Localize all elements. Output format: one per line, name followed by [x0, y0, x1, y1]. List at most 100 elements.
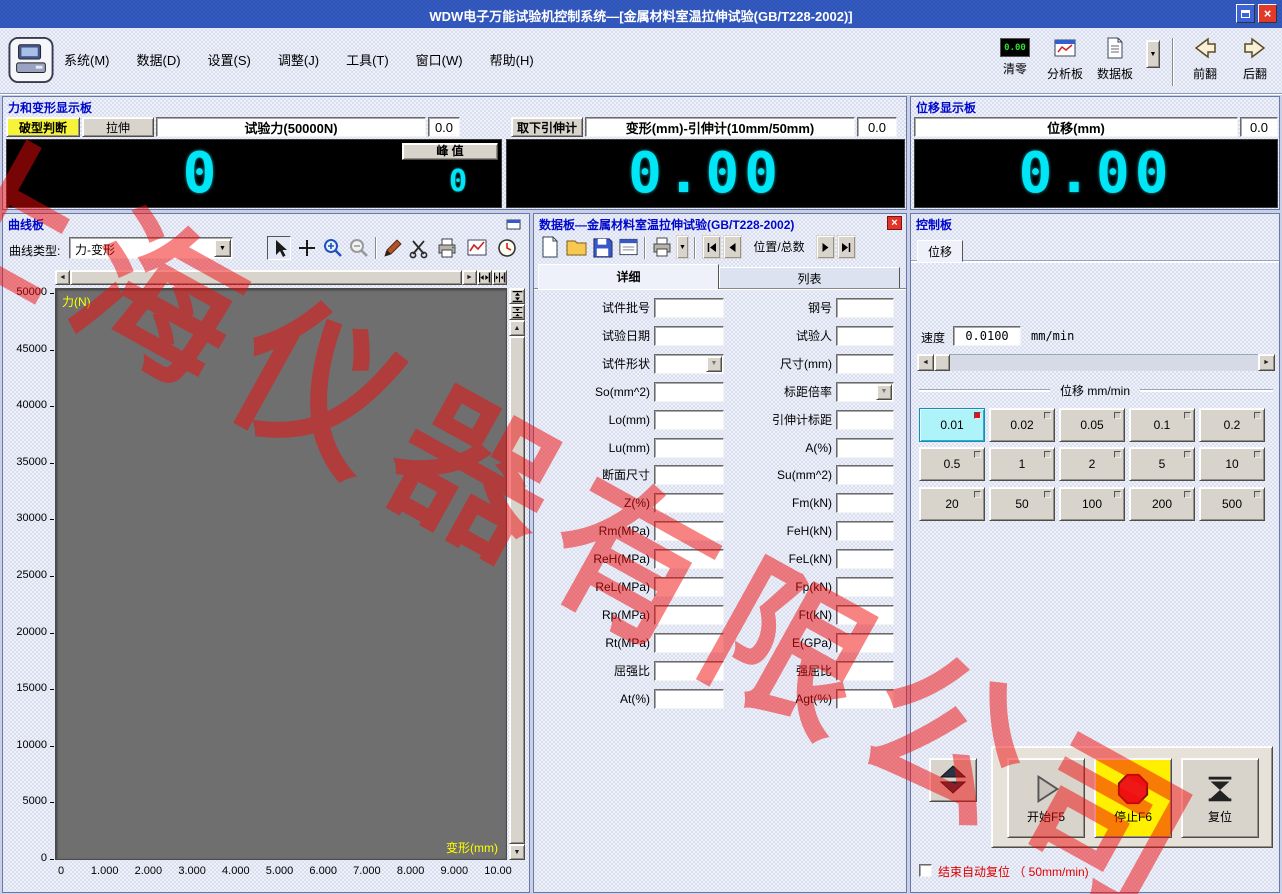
fit-all-x-button[interactable]	[492, 270, 507, 285]
cut-curve-button[interactable]	[407, 236, 431, 260]
speed-button-2[interactable]: 2	[1059, 447, 1125, 481]
tab-list[interactable]: 列表	[719, 267, 900, 289]
stop-button[interactable]: 停止F6	[1094, 758, 1172, 838]
chart-h-scrollbar[interactable]: ◄ ►	[55, 270, 507, 285]
form-input-right-10[interactable]	[836, 549, 894, 570]
remove-extensometer-button[interactable]: 取下引伸计	[511, 117, 583, 137]
form-input-left-11[interactable]	[654, 577, 724, 597]
chart-plot-area[interactable]: 力(N) 变形(mm)	[55, 288, 507, 860]
next-page-button[interactable]: 后翻	[1236, 34, 1274, 82]
form-input-right-4[interactable]: ▼	[836, 381, 894, 402]
prev-record-button[interactable]	[723, 235, 742, 259]
next-record-button[interactable]	[816, 235, 835, 259]
reset-button[interactable]: 复位	[1181, 758, 1259, 838]
menu-item-6[interactable]: 窗口(W)	[416, 50, 463, 69]
timer-button[interactable]	[495, 236, 519, 260]
speed-button-50[interactable]: 50	[989, 487, 1055, 521]
tab-displacement[interactable]: 位移	[917, 240, 963, 262]
form-input-right-9[interactable]	[836, 521, 894, 542]
form-input-right-5[interactable]	[836, 409, 894, 430]
speed-input[interactable]: 0.0100	[953, 326, 1021, 346]
speed-button-0.05[interactable]: 0.05	[1059, 408, 1125, 442]
zoom-out-button[interactable]	[347, 236, 371, 260]
new-record-button[interactable]	[538, 235, 562, 259]
speed-button-100[interactable]: 100	[1059, 487, 1125, 521]
speed-button-10[interactable]: 10	[1199, 447, 1265, 481]
form-input-right-3[interactable]	[836, 353, 894, 374]
first-record-button[interactable]	[702, 235, 721, 259]
minimize-button[interactable]	[1236, 4, 1255, 23]
form-input-right-1[interactable]	[836, 298, 894, 318]
analysis-board-button[interactable]: 分析板	[1046, 34, 1084, 82]
curve-type-select[interactable]: 力-变形 ▼	[69, 237, 233, 259]
fit-width-button[interactable]	[477, 270, 492, 285]
combo-dropdown-icon[interactable]: ▼	[876, 383, 892, 400]
open-file-button[interactable]	[564, 235, 588, 259]
form-input-right-11[interactable]	[836, 577, 894, 597]
curve-chart-button[interactable]	[465, 236, 489, 260]
form-input-left-9[interactable]	[654, 521, 724, 542]
auto-reset-checkbox[interactable]	[919, 864, 932, 877]
speed-button-0.5[interactable]: 0.5	[919, 447, 985, 481]
form-input-right-12[interactable]	[836, 604, 894, 625]
speed-button-500[interactable]: 500	[1199, 487, 1265, 521]
form-input-left-8[interactable]	[654, 493, 724, 514]
form-input-left-15[interactable]	[654, 688, 724, 709]
form-input-left-13[interactable]	[654, 632, 724, 653]
speed-button-200[interactable]: 200	[1129, 487, 1195, 521]
zoom-in-button[interactable]	[321, 236, 345, 260]
tab-detail[interactable]: 详细	[538, 264, 719, 289]
start-button[interactable]: 开始F5	[1007, 758, 1085, 838]
form-input-left-5[interactable]	[654, 409, 724, 430]
tensile-mode-button[interactable]: 拉伸	[82, 117, 154, 137]
pointer-tool-button[interactable]	[267, 236, 291, 260]
speed-button-1[interactable]: 1	[989, 447, 1055, 481]
scroll-up-button[interactable]: ▲	[509, 320, 525, 336]
curve-window-icon[interactable]	[506, 217, 523, 231]
speed-button-0.2[interactable]: 0.2	[1199, 408, 1265, 442]
prev-page-button[interactable]: 前翻	[1186, 34, 1224, 82]
form-input-right-6[interactable]	[836, 437, 894, 458]
slider-right-button[interactable]: ►	[1258, 354, 1275, 371]
speed-button-20[interactable]: 20	[919, 487, 985, 521]
chart-v-scrollbar[interactable]: ▲ ▼	[509, 288, 525, 860]
speed-button-5[interactable]: 5	[1129, 447, 1195, 481]
data-board-dropdown[interactable]: ▼	[1146, 40, 1160, 68]
scroll-right-button[interactable]: ►	[462, 270, 477, 285]
form-input-right-7[interactable]	[836, 465, 894, 486]
form-input-left-7[interactable]	[654, 465, 724, 486]
form-input-right-8[interactable]	[836, 493, 894, 514]
form-input-right-2[interactable]	[836, 325, 894, 346]
menu-item-2[interactable]: 数据(D)	[137, 50, 181, 69]
close-button[interactable]: ×	[1258, 4, 1277, 23]
v-scroll-thumb[interactable]	[509, 336, 525, 844]
form-input-left-2[interactable]	[654, 325, 724, 346]
fit-height-button[interactable]	[509, 288, 525, 304]
form-input-left-1[interactable]	[654, 298, 724, 318]
speed-button-0.1[interactable]: 0.1	[1129, 408, 1195, 442]
break-judge-button[interactable]: 破型判断	[6, 117, 80, 137]
form-input-left-14[interactable]	[654, 660, 724, 681]
form-input-right-14[interactable]	[836, 660, 894, 681]
form-input-left-3[interactable]: ▼	[654, 353, 724, 374]
form-input-left-10[interactable]	[654, 549, 724, 570]
form-input-right-15[interactable]	[836, 688, 894, 709]
scroll-left-button[interactable]: ◄	[55, 270, 70, 285]
annotate-tool-button[interactable]	[381, 236, 405, 260]
menu-item-7[interactable]: 帮助(H)	[490, 50, 534, 69]
data-board-button[interactable]: 数据板	[1096, 34, 1134, 82]
form-input-left-12[interactable]	[654, 604, 724, 625]
slider-left-button[interactable]: ◄	[917, 354, 934, 371]
pick-point-tool-button[interactable]	[295, 236, 319, 260]
form-input-right-13[interactable]	[836, 632, 894, 653]
data-board-close-button[interactable]: ×	[887, 216, 902, 230]
print-curve-button[interactable]	[435, 236, 459, 260]
fit-all-y-button[interactable]	[509, 304, 525, 320]
report-form-button[interactable]	[616, 235, 640, 259]
chevron-down-icon[interactable]: ▼	[214, 239, 231, 257]
save-button[interactable]	[590, 235, 614, 259]
jog-button[interactable]	[929, 758, 977, 802]
speed-slider[interactable]: ◄ ►	[917, 354, 1275, 371]
menu-item-3[interactable]: 设置(S)	[208, 50, 251, 69]
speed-button-0.02[interactable]: 0.02	[989, 408, 1055, 442]
